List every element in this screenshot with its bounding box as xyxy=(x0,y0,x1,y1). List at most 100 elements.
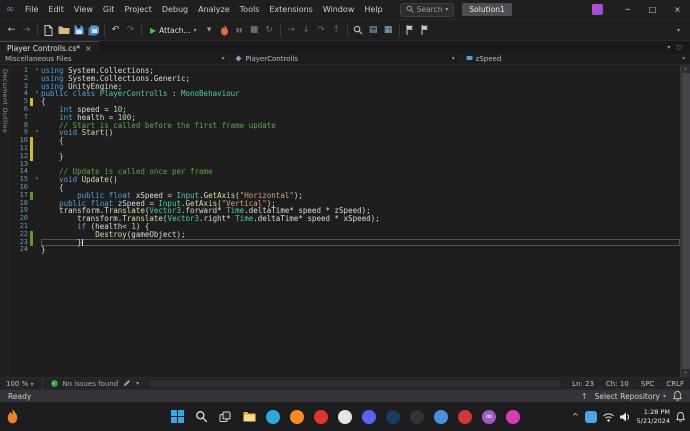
visual-studio-icon[interactable]: ∞ xyxy=(478,406,500,428)
weather-widget[interactable] xyxy=(6,409,19,424)
document-outline-tab[interactable]: Document Outline xyxy=(1,69,9,133)
health-check-icon[interactable]: ✓ xyxy=(50,380,58,387)
zoom-control[interactable]: 100 % ▾ xyxy=(6,380,34,388)
firefox-icon[interactable] xyxy=(286,406,308,428)
scroll-up-icon[interactable]: ▴ xyxy=(684,65,687,73)
hot-reload-icon[interactable] xyxy=(217,22,232,38)
menu-git[interactable]: Git xyxy=(98,0,120,20)
taskbar-clock[interactable]: 1:28 PM 5/21/2024 xyxy=(637,408,670,425)
redo-icon[interactable]: ↷ xyxy=(123,22,138,38)
volume-icon[interactable] xyxy=(619,407,631,426)
line-number[interactable]: 24 xyxy=(10,246,28,254)
breadcrumb-member[interactable]: zSpeed ▾ xyxy=(461,54,690,64)
menu-help[interactable]: Help xyxy=(359,0,387,20)
global-search-box[interactable]: Search ▾ xyxy=(399,2,455,17)
menu-edit[interactable]: Edit xyxy=(43,0,69,20)
start-button[interactable] xyxy=(166,406,188,428)
wifi-icon[interactable] xyxy=(602,407,614,426)
menu-tools[interactable]: Tools xyxy=(235,0,265,20)
fold-marker-icon[interactable]: ▾ xyxy=(33,67,41,75)
close-button[interactable]: × xyxy=(665,0,690,20)
bookmark-window-icon[interactable] xyxy=(418,22,433,38)
solution-name[interactable]: Solution1 xyxy=(462,3,512,16)
column-indicator[interactable]: Ch: 10 xyxy=(606,380,629,388)
menu-analyze[interactable]: Analyze xyxy=(193,0,235,20)
breadcrumb-class[interactable]: PlayerControlls ▾ xyxy=(230,54,461,64)
step-out-icon[interactable]: ↑ xyxy=(329,22,344,38)
code-line[interactable]: 10 { xyxy=(10,136,680,145)
code-cleanup-chevron-icon[interactable]: ▾ xyxy=(136,380,139,387)
hidden-icons-chevron[interactable]: ^ xyxy=(572,412,579,421)
scrollbar-thumb[interactable] xyxy=(681,73,690,369)
tab-close-icon[interactable]: × xyxy=(85,44,92,53)
fold-marker-icon[interactable]: ▾ xyxy=(33,129,41,137)
navigate-forward-icon[interactable]: → xyxy=(19,22,34,38)
debug-target-chevron-icon[interactable]: ▾ xyxy=(202,22,217,38)
find-in-files-icon[interactable] xyxy=(351,22,366,38)
scroll-down-icon[interactable]: ▾ xyxy=(684,369,687,377)
spaces-indicator[interactable]: SPC xyxy=(641,380,655,388)
save-icon[interactable] xyxy=(71,22,86,38)
brave-icon[interactable] xyxy=(334,406,356,428)
fold-marker-icon[interactable]: ▾ xyxy=(33,90,41,98)
properties-window-icon[interactable]: ▦ xyxy=(381,22,396,38)
taskbar-search-icon[interactable] xyxy=(190,406,212,428)
step-into-icon[interactable]: ↓ xyxy=(299,22,314,38)
select-repository-button[interactable]: Select Repository ▾ xyxy=(595,392,666,401)
menu-debug[interactable]: Debug xyxy=(157,0,193,20)
code-line[interactable]: 15 ▾ void Update() xyxy=(10,175,680,184)
tab-player-controlls[interactable]: Player Controlls.cs* × xyxy=(0,41,99,54)
menu-window[interactable]: Window xyxy=(318,0,360,20)
tray-app-icon[interactable] xyxy=(584,410,597,423)
restart-icon[interactable]: ↻ xyxy=(262,22,277,38)
attach-button[interactable]: ▶ Attach... ▾ xyxy=(145,22,202,38)
stop-icon[interactable]: ■ xyxy=(247,22,262,38)
code-line[interactable]: 12 } xyxy=(10,152,680,161)
unity-hub-icon[interactable] xyxy=(502,406,524,428)
toolbar-overflow-icon[interactable]: ▾ xyxy=(671,27,686,34)
step-over-icon[interactable]: ↷ xyxy=(314,22,329,38)
file-explorer-icon[interactable] xyxy=(238,406,260,428)
code-line[interactable]: 9 ▾ void Start() xyxy=(10,129,680,137)
discord-icon[interactable] xyxy=(358,406,380,428)
menu-project[interactable]: Project xyxy=(119,0,156,20)
horizontal-scrollbar[interactable] xyxy=(150,379,562,388)
issues-label[interactable]: No issues found xyxy=(63,380,119,388)
line-indicator[interactable]: Ln: 23 xyxy=(572,380,594,388)
navigate-backward-icon[interactable]: ← xyxy=(4,22,19,38)
notifications-bell-icon[interactable] xyxy=(673,391,682,401)
new-file-icon[interactable] xyxy=(41,22,56,38)
task-view-icon[interactable] xyxy=(214,406,236,428)
code-line[interactable]: 24} xyxy=(10,246,680,254)
solution-explorer-icon[interactable]: ▤ xyxy=(366,22,381,38)
tab-list-chevron-icon[interactable]: ▾ xyxy=(667,44,670,51)
epic-games-icon[interactable] xyxy=(406,406,428,428)
code-area[interactable]: 1 ▾ using System.Collections; 2 using System… xyxy=(10,65,680,377)
unity-icon[interactable] xyxy=(430,406,452,428)
menu-view[interactable]: View xyxy=(69,0,98,20)
fold-marker-icon[interactable]: ▾ xyxy=(33,176,41,184)
code-cleanup-icon[interactable] xyxy=(123,379,131,389)
break-all-icon[interactable]: ▮▮ xyxy=(232,22,247,38)
code-line[interactable]: 11 xyxy=(10,144,680,153)
opera-icon[interactable] xyxy=(310,406,332,428)
edge-icon[interactable] xyxy=(262,406,284,428)
save-all-icon[interactable] xyxy=(86,22,101,38)
float-tab-icon[interactable]: ▢ xyxy=(676,44,682,51)
open-file-icon[interactable] xyxy=(56,22,71,38)
code-line[interactable]: 23 } xyxy=(10,238,680,247)
add-bookmark-icon[interactable] xyxy=(403,22,418,38)
riot-client-icon[interactable] xyxy=(454,406,476,428)
line-ending-indicator[interactable]: CRLF xyxy=(666,380,684,388)
menu-file[interactable]: File xyxy=(20,0,43,20)
show-next-statement-icon[interactable]: → xyxy=(284,22,299,38)
minimize-button[interactable]: ─ xyxy=(615,0,640,20)
vertical-scrollbar[interactable]: ▴ ▾ xyxy=(680,65,690,377)
push-commits-icon[interactable]: ↑ xyxy=(581,392,588,401)
code-line[interactable]: 22 Destroy(gameObject); xyxy=(10,230,680,239)
notification-center-icon[interactable] xyxy=(675,407,686,426)
maximize-button[interactable]: □ xyxy=(640,0,665,20)
steam-icon[interactable] xyxy=(382,406,404,428)
undo-icon[interactable]: ↶ xyxy=(108,22,123,38)
menu-extensions[interactable]: Extensions xyxy=(264,0,317,20)
